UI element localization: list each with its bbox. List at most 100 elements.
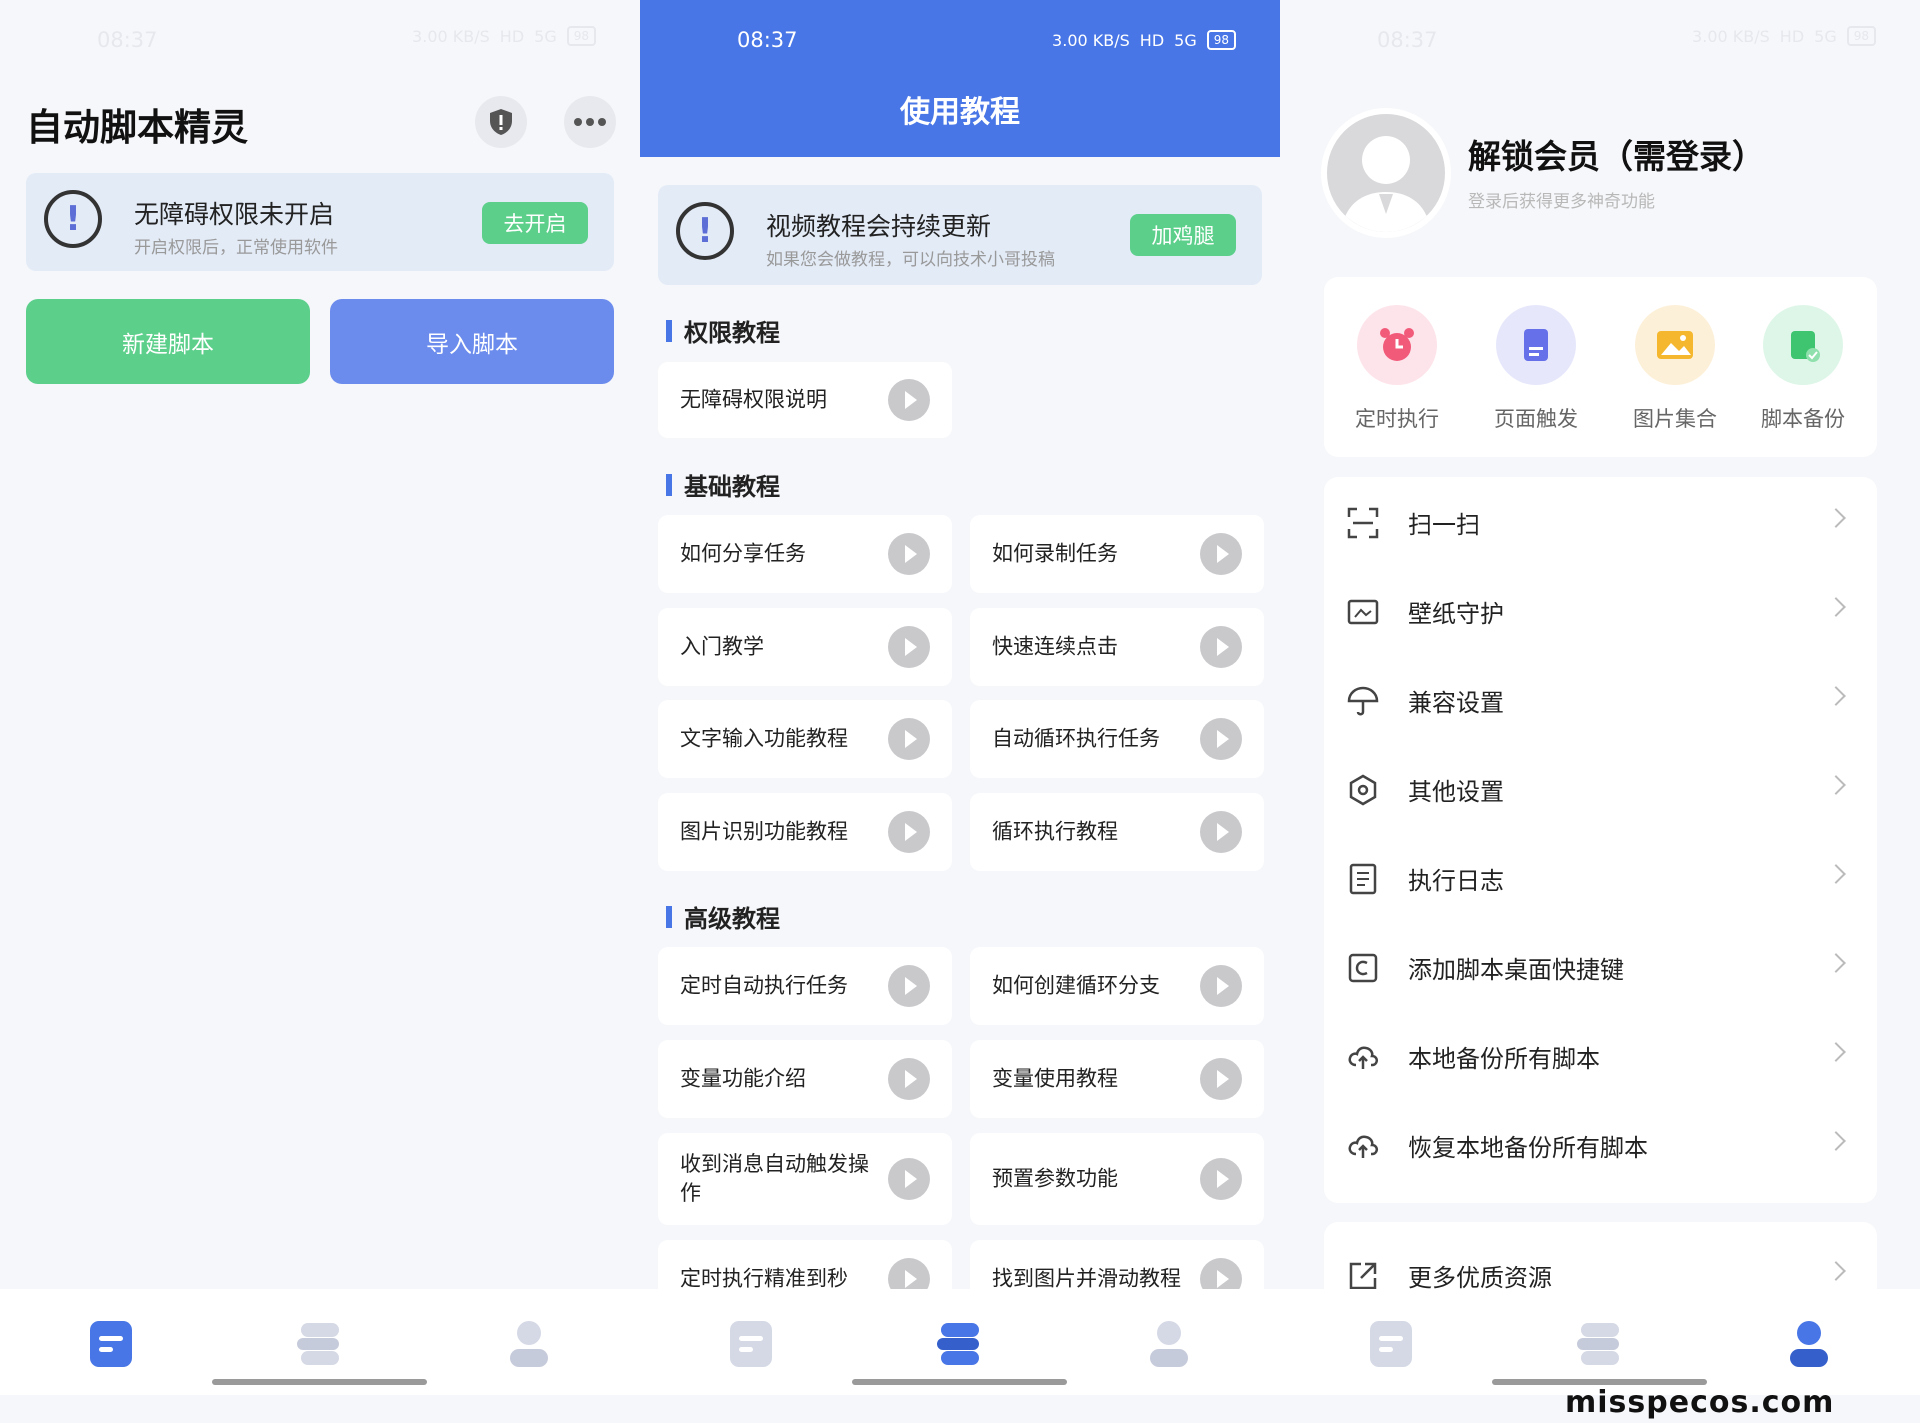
play-icon [888, 379, 930, 421]
tutorial-card[interactable]: 变量功能介绍 [658, 1040, 952, 1118]
nav-profile-icon[interactable] [1142, 1317, 1196, 1371]
hexagon-settings-icon [1349, 774, 1377, 806]
tip-button[interactable]: 加鸡腿 [1130, 214, 1236, 256]
home-indicator [852, 1379, 1067, 1385]
alert-title: 无障碍权限未开启 [134, 200, 335, 229]
battery-icon: 98 [566, 26, 596, 46]
tutorial-screen: 08:37 3.00 KB/S HD 5G 98 使用教程 ! 视频教程会持续更… [640, 0, 1280, 1423]
import-script-button[interactable]: 导入脚本 [330, 299, 614, 384]
status-signal: 5G [1174, 30, 1197, 50]
section-advanced: 高级教程 [666, 899, 780, 934]
play-icon [1200, 626, 1242, 668]
play-icon [888, 811, 930, 853]
nav-home-icon[interactable] [84, 1317, 138, 1371]
tutorial-card[interactable]: 自动循环执行任务 [970, 700, 1264, 778]
tutorial-card[interactable]: 循环执行教程 [970, 793, 1264, 871]
tutorial-header: 08:37 3.00 KB/S HD 5G 98 使用教程 [640, 0, 1280, 157]
more-button[interactable] [564, 96, 616, 148]
cloud-restore-icon [1348, 1135, 1379, 1158]
nav-tutorial-icon[interactable] [933, 1317, 987, 1371]
status-speed: 3.00 KB/S [412, 26, 490, 46]
battery-icon: 98 [1846, 26, 1876, 46]
alarm-clock-icon [1380, 328, 1414, 361]
tutorial-card[interactable]: 如何录制任务 [970, 515, 1264, 593]
status-hd: HD [1139, 30, 1165, 50]
user-name[interactable]: 解锁会员（需登录） [1468, 130, 1765, 178]
chevron-right-icon [1826, 508, 1846, 528]
home-screen: 08:37 3.00 KB/S HD 5G 98 自动脚本精灵 ! 无障碍权限未… [0, 0, 640, 1423]
feature-page-trigger[interactable]: 页面触发 [1481, 305, 1591, 433]
menu-item-compat[interactable]: 兼容设置 [1324, 655, 1877, 744]
feature-image-set[interactable]: 图片集合 [1620, 305, 1730, 433]
menu-item-log[interactable]: 执行日志 [1324, 833, 1877, 922]
play-icon [1200, 1058, 1242, 1100]
nav-tutorial-icon[interactable] [293, 1317, 347, 1371]
tutorial-card[interactable]: 文字输入功能教程 [658, 700, 952, 778]
nav-profile-icon[interactable] [1782, 1317, 1836, 1371]
new-script-button[interactable]: 新建脚本 [26, 299, 310, 384]
play-icon [888, 626, 930, 668]
cloud-upload-icon [1348, 1046, 1379, 1069]
status-hd: HD [499, 26, 525, 46]
feature-script-backup[interactable]: 脚本备份 [1748, 305, 1858, 433]
backup-bag-icon [1791, 331, 1820, 362]
profile-screen: 08:37 3.00 KB/S HD 5G 98 解锁会员（需登录） 登录后获得… [1280, 0, 1920, 1423]
avatar[interactable] [1321, 108, 1451, 238]
external-link-icon [1349, 1262, 1377, 1290]
menu-item-wallpaper[interactable]: 壁纸守护 [1324, 566, 1877, 655]
user-subtitle: 登录后获得更多神奇功能 [1468, 192, 1655, 212]
tutorial-card[interactable]: 收到消息自动触发操作 [658, 1133, 952, 1225]
shield-button[interactable] [475, 96, 527, 148]
play-icon [888, 965, 930, 1007]
menu-item-local-backup[interactable]: 本地备份所有脚本 [1324, 1011, 1877, 1100]
scan-icon [1347, 507, 1379, 539]
app-title: 自动脚本精灵 [26, 106, 248, 149]
play-icon [888, 718, 930, 760]
tutorial-card[interactable]: 入门教学 [658, 608, 952, 686]
status-bar: 08:37 3.00 KB/S HD 5G 98 [0, 22, 640, 62]
play-icon [1200, 965, 1242, 1007]
play-icon [888, 533, 930, 575]
tutorial-card[interactable]: 定时自动执行任务 [658, 947, 952, 1025]
feature-timed[interactable]: 定时执行 [1342, 305, 1452, 433]
user-silhouette-icon [1341, 136, 1431, 232]
menu-item-shortcut[interactable]: 添加脚本桌面快捷键 [1324, 922, 1877, 1011]
status-speed: 3.00 KB/S [1052, 30, 1130, 50]
nav-profile-icon[interactable] [502, 1317, 556, 1371]
accessibility-alert: ! 无障碍权限未开启 开启权限后，正常使用软件 去开启 [26, 173, 614, 271]
nav-home-icon[interactable] [1364, 1317, 1418, 1371]
menu-item-restore-backup[interactable]: 恢复本地备份所有脚本 [1324, 1100, 1877, 1189]
tutorial-card[interactable]: 预置参数功能 [970, 1133, 1264, 1225]
menu-item-other[interactable]: 其他设置 [1324, 744, 1877, 833]
bottom-nav [1280, 1289, 1920, 1395]
chevron-right-icon [1826, 864, 1846, 884]
menu-item-scan[interactable]: 扫一扫 [1324, 477, 1877, 566]
tutorial-card[interactable]: 变量使用教程 [970, 1040, 1264, 1118]
tutorial-card[interactable]: 如何创建循环分支 [970, 947, 1264, 1025]
status-hd: HD [1779, 26, 1805, 46]
home-indicator [212, 1379, 427, 1385]
chevron-right-icon [1826, 1042, 1846, 1062]
chevron-right-icon [1826, 1131, 1846, 1151]
umbrella-icon [1347, 686, 1379, 716]
status-time: 08:37 [97, 28, 158, 52]
wallpaper-icon [1347, 599, 1379, 625]
status-time: 08:37 [737, 28, 798, 52]
status-time: 08:37 [1377, 28, 1438, 52]
play-icon [1200, 811, 1242, 853]
chevron-right-icon [1826, 686, 1846, 706]
alert-icon: ! [676, 202, 734, 260]
bottom-nav [0, 1289, 640, 1395]
nav-tutorial-icon[interactable] [1573, 1317, 1627, 1371]
nav-home-icon[interactable] [724, 1317, 778, 1371]
tutorial-card[interactable]: 如何分享任务 [658, 515, 952, 593]
status-icons: 3.00 KB/S HD 5G 98 [1692, 26, 1876, 46]
tutorial-card[interactable]: 快速连续点击 [970, 608, 1264, 686]
alert-subtitle: 如果您会做教程，可以向技术小哥投稿 [766, 250, 1055, 270]
enable-button[interactable]: 去开启 [482, 202, 588, 244]
tutorial-card[interactable]: 图片识别功能教程 [658, 793, 952, 871]
status-signal: 5G [534, 26, 557, 46]
tutorial-card[interactable]: 无障碍权限说明 [658, 362, 952, 438]
alert-subtitle: 开启权限后，正常使用软件 [134, 238, 338, 258]
bottom-nav [640, 1289, 1280, 1395]
